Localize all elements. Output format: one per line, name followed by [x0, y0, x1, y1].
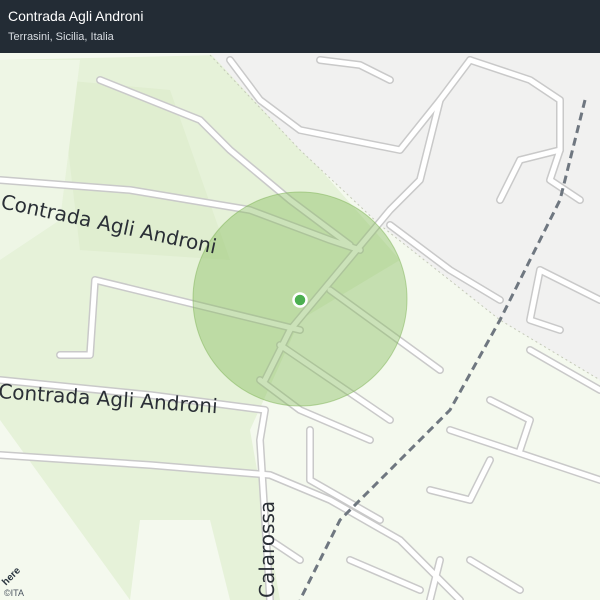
location-subtitle: Terrasini, Sicilia, Italia	[8, 31, 114, 43]
road-label-vertical: Calarossa	[255, 501, 279, 598]
location-header: Contrada Agli Androni Terrasini, Sicilia…	[0, 0, 600, 53]
location-title: Contrada Agli Androni	[8, 8, 144, 24]
map-attribution: ©ITA	[4, 588, 24, 598]
map-canvas[interactable]: Contrada Agli Androni Contrada Agli Andr…	[0, 0, 600, 600]
location-marker[interactable]	[292, 292, 308, 308]
